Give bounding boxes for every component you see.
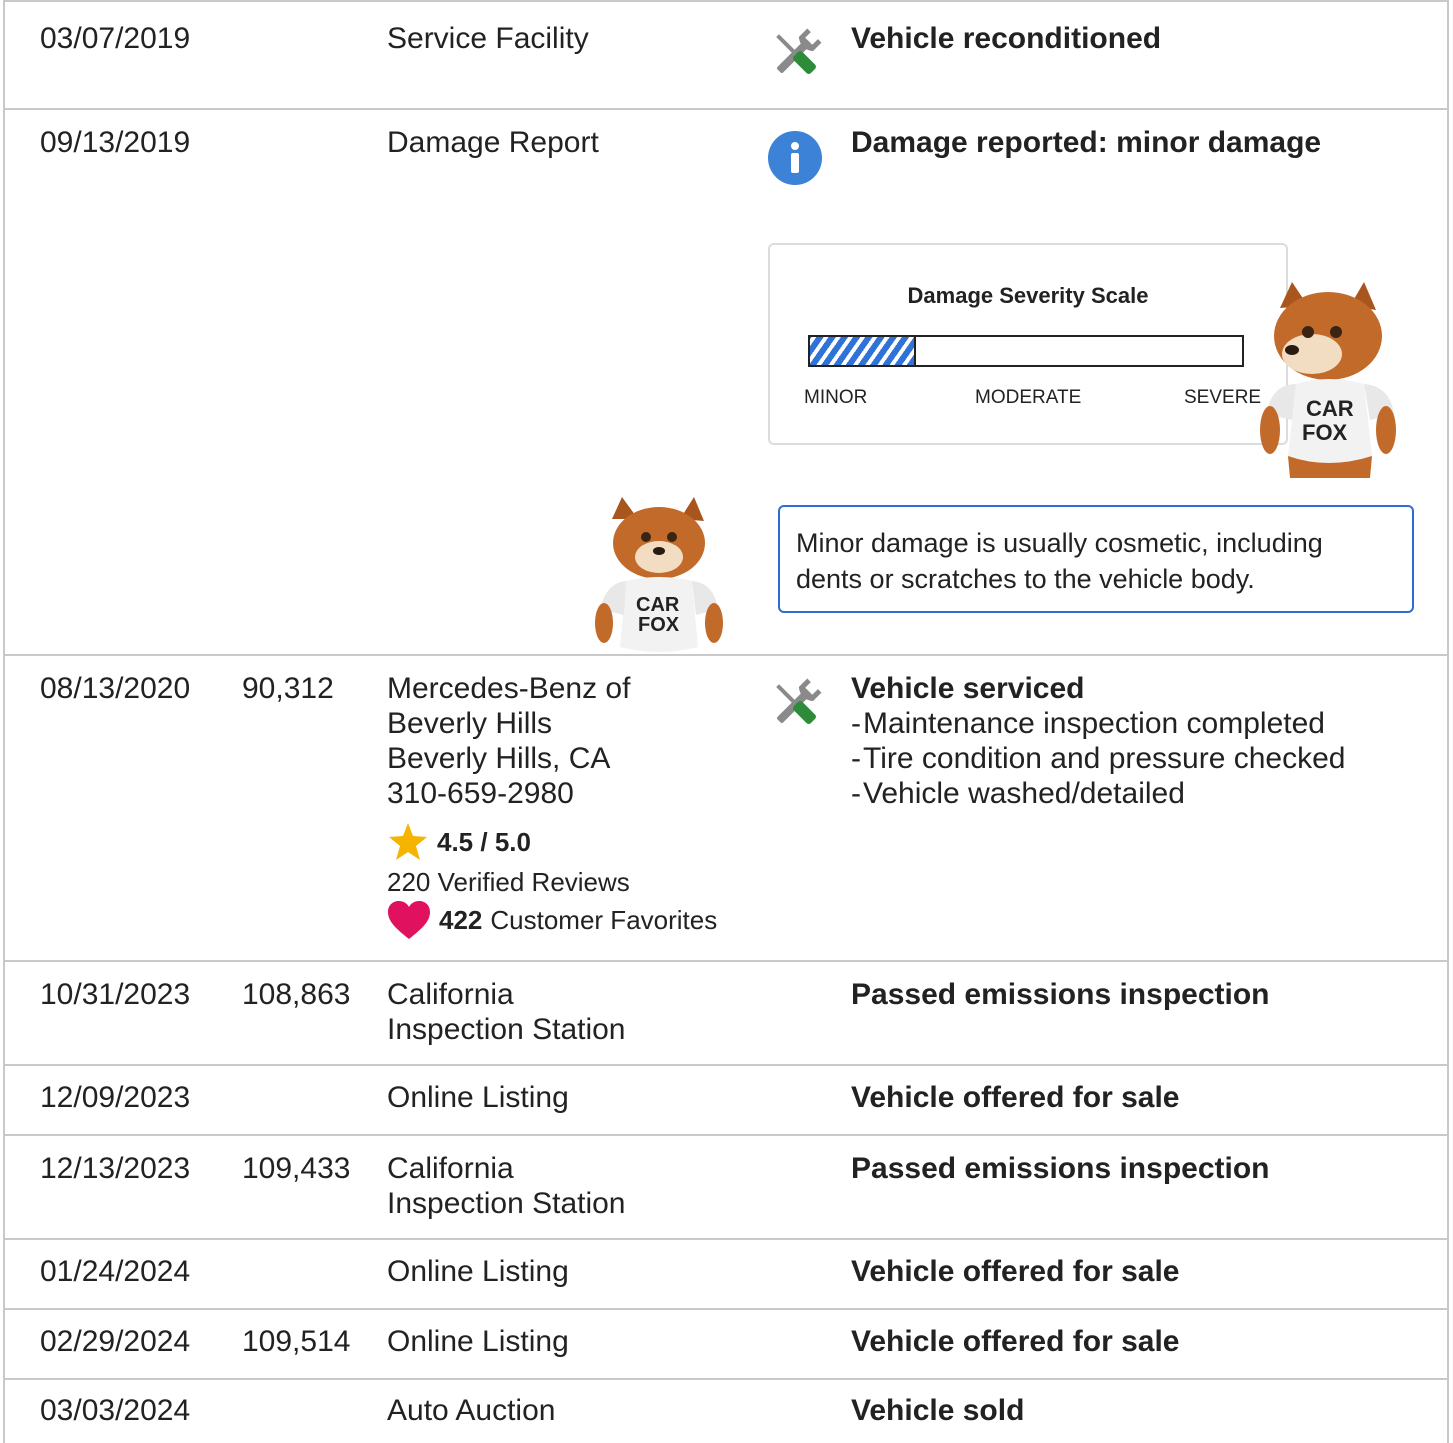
date-cell: 12/09/2023: [40, 1081, 191, 1114]
comment-cell: Damage reported: minor damage: [851, 125, 1441, 160]
source-cell: Service Facility: [387, 21, 757, 56]
dealer-city: Beverly Hills, CA: [387, 742, 611, 775]
event-title: Vehicle offered for sale: [851, 1081, 1180, 1114]
severity-bar: [808, 335, 1244, 367]
vehicle-history-table: 03/07/2019 Service Facility Vehicle reco…: [3, 0, 1449, 1443]
scale-title: Damage Severity Scale: [907, 283, 1149, 308]
date-cell: 09/13/2019: [40, 126, 191, 159]
table-row: 12/13/2023 109,433 California Inspection…: [5, 1134, 1447, 1240]
source-line: California: [387, 1152, 514, 1185]
table-row: 03/03/2024 Auto Auction Vehicle sold: [5, 1378, 1447, 1443]
scale-label-moderate: MODERATE: [975, 387, 1082, 408]
shirt-text-line: CAR: [636, 594, 680, 616]
shirt-text-line: FOX: [1302, 420, 1348, 445]
date-cell: 12/13/2023: [40, 1152, 191, 1185]
event-title: Vehicle reconditioned: [851, 22, 1162, 55]
dealer-name-line: Beverly Hills: [387, 707, 553, 740]
dealer-name-line: Mercedes-Benz of: [387, 672, 631, 705]
event-title: Damage reported: minor damage: [851, 126, 1322, 159]
date-cell: 02/29/2024: [40, 1325, 191, 1358]
favorites-row: 422 Customer Favorites: [387, 900, 717, 940]
table-row: 02/29/2024 109,514 Online Listing Vehicl…: [5, 1308, 1447, 1380]
date-cell: 08/13/2020: [40, 672, 191, 705]
wrench-screwdriver-icon: [767, 676, 825, 732]
source-line: California: [387, 978, 514, 1011]
event-title: Vehicle sold: [851, 1394, 1025, 1427]
carfox-mascot: CAR FOX: [1260, 282, 1396, 478]
event-title: Passed emissions inspection: [851, 1152, 1270, 1185]
source-cell: Mercedes-Benz of Beverly Hills Beverly H…: [387, 671, 757, 811]
source-line: Auto Auction: [387, 1394, 556, 1427]
source-cell: Damage Report: [387, 125, 757, 160]
odometer-cell: 109,514: [242, 1325, 351, 1358]
event-title: Vehicle offered for sale: [851, 1255, 1180, 1288]
rating-score-row: 4.5 / 5.0: [387, 822, 717, 862]
table-row: 12/09/2023 Online Listing Vehicle offere…: [5, 1064, 1447, 1136]
date-cell: 03/03/2024: [40, 1394, 191, 1427]
source-line: Online Listing: [387, 1081, 569, 1114]
service-detail: Tire condition and pressure checked: [851, 741, 1441, 776]
source-line: Online Listing: [387, 1255, 569, 1288]
favorites-count: 422: [439, 905, 483, 935]
table-row: 03/07/2019 Service Facility Vehicle reco…: [5, 0, 1447, 110]
damage-severity-scale: Damage Severity Scale MINOR MODERATE SEV…: [768, 243, 1288, 445]
date-cell: 01/24/2024: [40, 1255, 191, 1288]
wrench-screwdriver-icon: [767, 26, 825, 82]
damage-explanation-note: Minor damage is usually cosmetic, includ…: [778, 505, 1414, 613]
favorites-label: Customer Favorites: [490, 905, 718, 935]
table-row: 08/13/2020 90,312 Mercedes-Benz of Bever…: [5, 654, 1447, 962]
review-count[interactable]: 220 Verified Reviews: [387, 866, 717, 898]
shirt-text-line: FOX: [638, 614, 680, 636]
date-cell: 10/31/2023: [40, 978, 191, 1011]
heart-icon: [388, 901, 430, 939]
comment-cell: Vehicle reconditioned: [851, 21, 1441, 56]
date-cell: 03/07/2019: [40, 22, 191, 55]
source-cell: California Inspection Station: [387, 1151, 757, 1221]
dealer-rating: 4.5 / 5.0 220 Verified Reviews 422 Custo…: [387, 822, 717, 940]
severity-fill: [810, 337, 916, 365]
dealer-phone[interactable]: 310-659-2980: [387, 776, 757, 811]
event-title: Vehicle serviced: [851, 672, 1085, 705]
info-icon: [767, 130, 823, 186]
source-line: Service Facility: [387, 22, 589, 55]
source-cell: Online Listing: [387, 1080, 757, 1115]
service-detail: Vehicle washed/detailed: [851, 776, 1441, 811]
source-line: Online Listing: [387, 1325, 569, 1358]
service-detail: Maintenance inspection completed: [851, 706, 1441, 741]
source-cell: Online Listing: [387, 1324, 757, 1359]
source-cell: Auto Auction: [387, 1393, 757, 1428]
source-line: Inspection Station: [387, 1187, 626, 1220]
shirt-text-line: CAR: [1306, 396, 1354, 421]
event-title: Passed emissions inspection: [851, 978, 1270, 1011]
odometer-cell: 90,312: [242, 672, 334, 705]
source-line: Inspection Station: [387, 1013, 626, 1046]
source-cell: Online Listing: [387, 1254, 757, 1289]
odometer-cell: 108,863: [242, 978, 351, 1011]
scale-label-minor: MINOR: [804, 387, 868, 408]
scale-label-severe: SEVERE: [1184, 387, 1262, 408]
carfox-mascot: CAR FOX: [595, 497, 723, 652]
source-line: Damage Report: [387, 126, 599, 159]
rating-score: 4.5 / 5.0: [437, 827, 531, 857]
source-cell: California Inspection Station: [387, 977, 757, 1047]
table-row: 01/24/2024 Online Listing Vehicle offere…: [5, 1238, 1447, 1310]
table-row: 10/31/2023 108,863 California Inspection…: [5, 960, 1447, 1066]
comment-cell: Vehicle serviced Maintenance inspection …: [851, 671, 1441, 811]
event-title: Vehicle offered for sale: [851, 1325, 1180, 1358]
odometer-cell: 109,433: [242, 1152, 351, 1185]
star-icon: [389, 823, 427, 860]
